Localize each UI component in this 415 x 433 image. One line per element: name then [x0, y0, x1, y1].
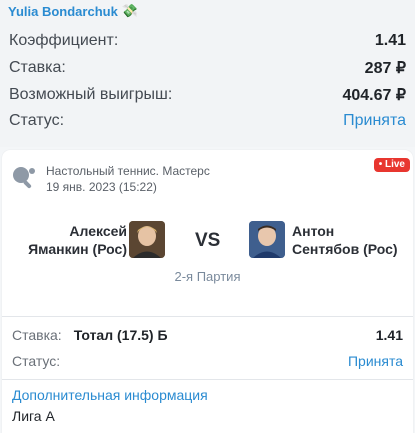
player-away-first-name: Антон: [292, 223, 335, 239]
stake-row: Ставка: 287 ₽: [9, 57, 406, 79]
player-away-last-name: Сентябов (Рос): [292, 241, 398, 257]
status-label: Статус:: [9, 112, 65, 129]
avatar-home: [129, 221, 165, 258]
bet-stake-row: Ставка: Тотал (17.5) Б 1.41: [12, 326, 403, 344]
bet-stake-label: Ставка:: [12, 327, 62, 343]
bet-status-value: Принята: [347, 353, 403, 369]
vs-label: VS: [195, 230, 221, 251]
coef-row: Коэффициент: 1.41: [9, 30, 406, 52]
additional-info-title[interactable]: Дополнительная информация: [12, 387, 208, 403]
money-icon: 💸: [121, 3, 138, 18]
additional-info-value: Лига А: [12, 408, 55, 424]
player-photo-icon: [129, 221, 165, 258]
stake-label: Ставка:: [9, 59, 66, 76]
win-label: Возможный выигрыш:: [9, 86, 173, 103]
live-badge: • Live: [373, 158, 410, 172]
bet-market: Тотал (17.5) Б: [73, 327, 168, 343]
bet-status-label: Статус:: [12, 353, 61, 369]
win-row: Возможный выигрыш: 404.67 ₽: [9, 84, 406, 106]
player-away[interactable]: Антон Сентябов (Рос): [292, 222, 398, 258]
event-date: 19 янв. 2023 (15:22): [46, 180, 157, 194]
player-photo-icon: [249, 221, 285, 258]
coef-value: 1.41: [374, 32, 406, 49]
ping-pong-icon: [13, 167, 35, 189]
period-label: 2-я Партия: [174, 269, 241, 284]
avatar-away: [249, 221, 285, 258]
status-row: Статус: Принята: [9, 110, 406, 132]
coef-label: Коэффициент:: [9, 32, 119, 49]
bet-status-row: Статус: Принята: [12, 352, 403, 370]
player-home-last-name: Яманкин (Рос): [28, 241, 127, 257]
event-card: Настольный теннис. Мастерс 19 янв. 2023 …: [2, 150, 413, 433]
event-title: Настольный теннис. Мастерс: [46, 164, 210, 178]
status-value: Принята: [343, 112, 406, 129]
bet-odds: 1.41: [375, 327, 403, 343]
stake-value: 287 ₽: [364, 60, 406, 77]
author[interactable]: Yulia Bondarchuk 💸: [8, 3, 138, 19]
player-home-first-name: Алексей: [69, 223, 127, 239]
player-home[interactable]: Алексей Яманкин (Рос): [28, 222, 127, 258]
win-value: 404.67 ₽: [342, 87, 406, 104]
divider: [2, 379, 413, 380]
bet-summary: Yulia Bondarchuk 💸 Коэффициент: 1.41 Ста…: [0, 0, 415, 147]
divider: [2, 316, 413, 317]
author-name[interactable]: Yulia Bondarchuk: [8, 4, 118, 19]
